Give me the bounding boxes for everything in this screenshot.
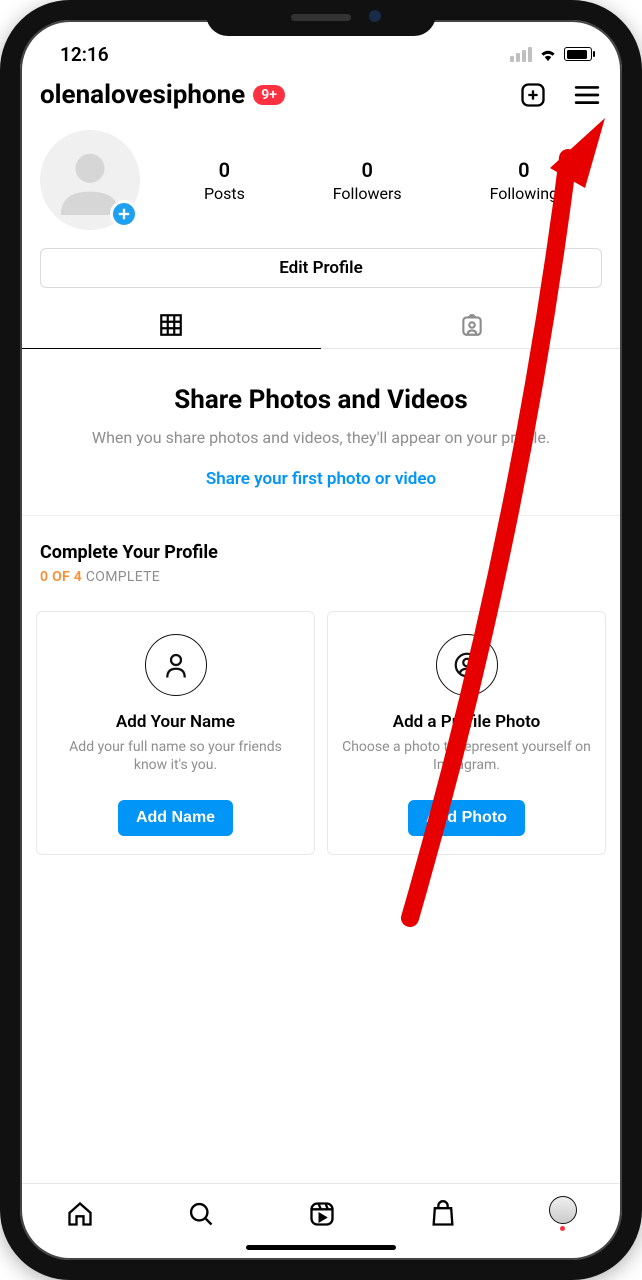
grid-icon	[158, 312, 184, 338]
wifi-icon	[538, 47, 558, 62]
home-icon	[66, 1200, 94, 1228]
username-label[interactable]: olenalovesiphone	[40, 80, 245, 110]
add-name-button[interactable]: Add Name	[118, 800, 233, 836]
person-outline-icon	[145, 634, 207, 696]
profile-active-dot	[560, 1226, 565, 1231]
status-time: 12:16	[60, 43, 109, 66]
card-title: Add a Profile Photo	[393, 712, 541, 732]
hamburger-icon	[574, 84, 600, 106]
tab-grid[interactable]	[20, 300, 321, 349]
home-indicator[interactable]	[246, 1245, 396, 1250]
profile-photo-icon	[436, 634, 498, 696]
complete-title: Complete Your Profile	[36, 542, 606, 563]
profile-tabs	[20, 300, 622, 349]
nav-home[interactable]	[65, 1199, 95, 1229]
nav-shop[interactable]	[428, 1199, 458, 1229]
cellular-signal-icon	[510, 47, 532, 62]
card-desc: Choose a photo to represent yourself on …	[342, 738, 591, 776]
share-first-link[interactable]: Share your first photo or video	[206, 469, 436, 489]
stat-label: Followers	[333, 184, 402, 203]
complete-cards[interactable]: Add Your Name Add your full name so your…	[20, 595, 622, 875]
stat-following[interactable]: 0 Following	[490, 158, 558, 203]
empty-body: When you share photos and videos, they'l…	[60, 427, 582, 449]
profile-header: olenalovesiphone 9+	[20, 70, 622, 124]
search-icon	[187, 1200, 215, 1228]
reels-icon	[308, 1200, 336, 1228]
avatar-icon	[549, 1196, 577, 1224]
tab-tagged[interactable]	[321, 300, 622, 348]
nav-reels[interactable]	[307, 1199, 337, 1229]
stat-posts[interactable]: 0 Posts	[204, 158, 245, 203]
notifications-badge: 9+	[253, 85, 285, 105]
complete-progress: 0 OF 4 COMPLETE	[36, 569, 606, 585]
menu-button[interactable]	[572, 80, 602, 110]
card-add-photo: Add a Profile Photo Choose a photo to re…	[327, 611, 606, 855]
stat-value: 0	[490, 158, 558, 182]
status-indicators	[510, 47, 592, 62]
profile-summary: 0 Posts 0 Followers 0 Following	[20, 124, 622, 248]
avatar-button[interactable]	[40, 130, 140, 230]
edit-profile-button[interactable]: Edit Profile	[40, 248, 602, 288]
nav-profile[interactable]	[549, 1196, 577, 1231]
shop-icon	[429, 1200, 457, 1228]
bottom-nav	[20, 1183, 622, 1237]
card-add-name: Add Your Name Add your full name so your…	[36, 611, 315, 855]
card-title: Add Your Name	[116, 712, 235, 732]
stat-value: 0	[333, 158, 402, 182]
stat-followers[interactable]: 0 Followers	[333, 158, 402, 203]
stat-value: 0	[204, 158, 245, 182]
create-post-button[interactable]	[518, 80, 548, 110]
stat-label: Following	[490, 184, 558, 203]
stat-label: Posts	[204, 184, 245, 203]
add-photo-button[interactable]: Add Photo	[408, 800, 525, 836]
plus-square-icon	[519, 81, 547, 109]
empty-feed: Share Photos and Videos When you share p…	[20, 349, 622, 516]
tagged-icon	[459, 312, 485, 338]
profile-stats: 0 Posts 0 Followers 0 Following	[160, 158, 602, 203]
battery-icon	[564, 47, 592, 61]
card-desc: Add your full name so your friends know …	[51, 738, 300, 776]
plus-icon	[117, 207, 131, 221]
complete-profile-section: Complete Your Profile 0 OF 4 COMPLETE	[20, 516, 622, 595]
add-story-badge	[110, 200, 138, 228]
empty-title: Share Photos and Videos	[60, 385, 582, 415]
nav-search[interactable]	[186, 1199, 216, 1229]
